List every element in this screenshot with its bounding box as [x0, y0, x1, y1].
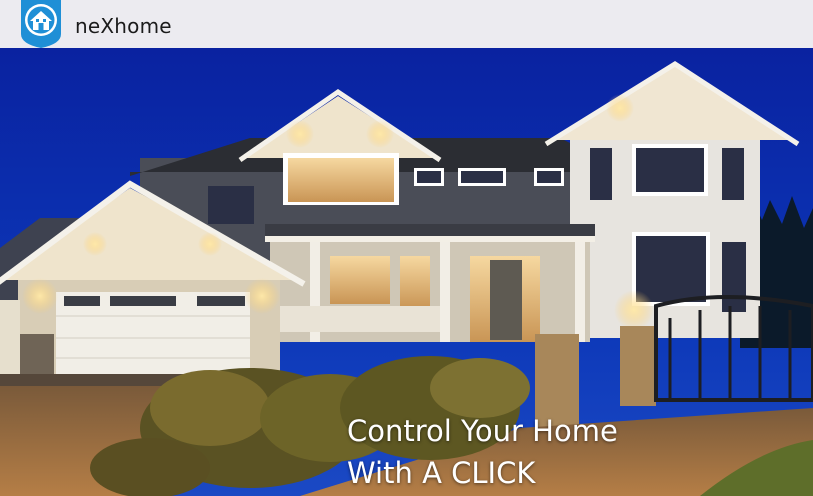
hero-headline: Control Your Home With A CLICK: [347, 410, 618, 494]
house-shield-icon[interactable]: [19, 0, 63, 48]
hero-image: Control Your Home With A CLICK: [0, 48, 813, 496]
headline-line-1: Control Your Home: [347, 414, 618, 448]
app-name: neXhome: [75, 14, 172, 38]
title-bar: neXhome: [0, 0, 813, 48]
headline-line-2: With A CLICK: [347, 456, 536, 490]
